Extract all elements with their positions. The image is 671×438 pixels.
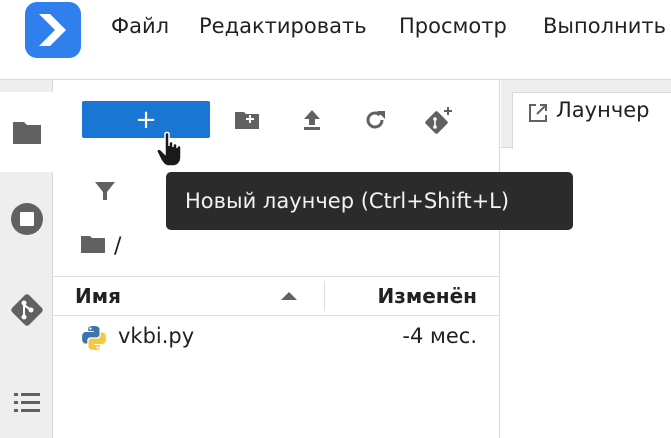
logo-chevron-icon: [39, 14, 66, 46]
upload-icon[interactable]: [296, 104, 328, 136]
breadcrumb-root[interactable]: /: [114, 234, 121, 259]
menu-bar: Файл Редактировать Просмотр Выполнить: [0, 0, 671, 80]
running-icon[interactable]: [0, 199, 53, 239]
tab-launcher[interactable]: Лаунчер: [512, 92, 671, 149]
menu-run[interactable]: Выполнить: [543, 12, 666, 40]
activity-bar: [0, 80, 53, 438]
plus-label: +: [135, 104, 157, 135]
breadcrumb: /: [80, 232, 121, 260]
file-modified: -4 мес.: [402, 324, 477, 348]
new-folder-icon[interactable]: [231, 104, 263, 136]
new-launcher-button[interactable]: +: [82, 101, 210, 138]
refresh-icon[interactable]: [359, 104, 391, 136]
menu-edit[interactable]: Редактировать: [199, 12, 367, 40]
git-icon[interactable]: [0, 290, 53, 330]
file-list-header: Имя Изменён: [53, 276, 500, 316]
list-item[interactable]: vkbi.py -4 мес.: [53, 321, 500, 355]
python-icon: [81, 325, 107, 355]
home-folder-icon[interactable]: [80, 233, 106, 259]
activity-files-tab[interactable]: [0, 92, 53, 172]
toc-icon[interactable]: [0, 383, 53, 423]
hand-cursor-icon: [154, 130, 190, 174]
menu-view[interactable]: Просмотр: [399, 12, 507, 40]
column-name-header[interactable]: Имя: [75, 284, 121, 308]
sort-ascending-icon: [281, 292, 297, 300]
file-name: vkbi.py: [118, 324, 195, 348]
main-area: Лаунчер: [501, 80, 671, 438]
tab-launcher-label: Лаунчер: [556, 98, 650, 122]
app-logo: [25, 2, 81, 58]
column-modified-header[interactable]: Изменён: [378, 284, 477, 308]
filter-icon[interactable]: [93, 179, 119, 207]
menu-file[interactable]: Файл: [111, 12, 169, 40]
tooltip: Новый лаунчер (Ctrl+Shift+L): [166, 172, 573, 230]
launcher-icon: [527, 102, 549, 128]
column-divider[interactable]: [324, 281, 325, 311]
tab-bar: Лаунчер: [501, 80, 671, 149]
folder-icon: [0, 112, 53, 152]
new-git-icon[interactable]: [422, 104, 454, 136]
file-browser-panel: + / Имя Изменён vkbi.py -4 мес.: [53, 80, 500, 438]
